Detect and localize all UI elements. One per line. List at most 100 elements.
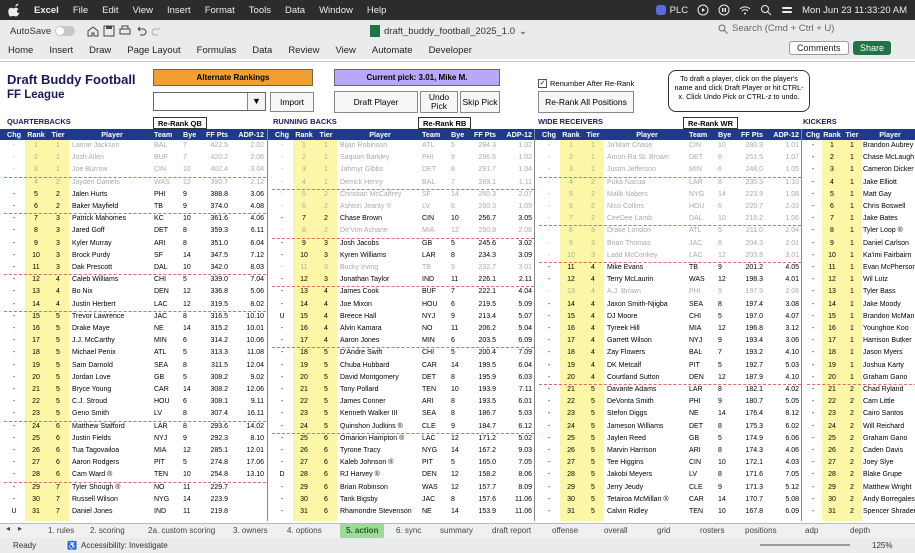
accessibility-status[interactable]: Accessibility: Investigate: [81, 538, 168, 553]
ribbon-tab-developer[interactable]: Developer: [429, 45, 472, 56]
k-cell-player[interactable]: Jake Moody: [863, 299, 915, 311]
undo-pick-button[interactable]: Undo Pick: [420, 91, 458, 113]
table-row[interactable]: - 18 1 Jason Myers: [0, 347, 915, 359]
rerank-qb-button[interactable]: Re-Rank QB: [153, 117, 207, 129]
share-button[interactable]: Share: [853, 41, 892, 55]
table-row[interactable]: - 30 2 Andy Borregales: [0, 494, 915, 506]
zoom-slider[interactable]: [760, 544, 850, 546]
rerank-wr-button[interactable]: Re-Rank WR: [683, 117, 739, 129]
table-row[interactable]: - 24 2 Will Reichard: [0, 421, 915, 433]
sheet-tab-0[interactable]: 1. rules: [48, 524, 74, 539]
k-cell-player[interactable]: Chase McLaugh: [863, 152, 915, 164]
k-cell-player[interactable]: Joey Slye: [863, 457, 915, 469]
ribbon-tab-page-layout[interactable]: Page Layout: [127, 45, 180, 56]
k-cell-player[interactable]: Jake Bates: [863, 213, 915, 225]
menu-tools[interactable]: Tools: [249, 5, 271, 16]
zoom-level[interactable]: 125%: [872, 538, 892, 553]
table-row[interactable]: - 23 2 Cairo Santos: [0, 408, 915, 420]
table-row[interactable]: - 21 2 Chad Ryland: [0, 384, 915, 396]
table-row[interactable]: - 1 1 Brandon Aubrey: [0, 140, 915, 152]
k-cell-player[interactable]: Younghoe Koo: [863, 323, 915, 335]
table-row[interactable]: - 19 1 Joshua Karty: [0, 360, 915, 372]
k-cell-player[interactable]: Jake Elliott: [863, 177, 915, 189]
sheet-tab-3[interactable]: 3. owners: [233, 524, 268, 539]
ribbon-tab-data[interactable]: Data: [252, 45, 272, 56]
table-row[interactable]: - 28 2 Blake Grupe: [0, 469, 915, 481]
menu-format[interactable]: Format: [205, 5, 235, 16]
menu-data[interactable]: Data: [285, 5, 305, 16]
menu-view[interactable]: View: [133, 5, 153, 16]
k-cell-player[interactable]: Andy Borregales: [863, 494, 915, 506]
clock[interactable]: Mon Jun 23 11:33:20 AM: [802, 5, 907, 16]
k-cell-player[interactable]: Will Reichard: [863, 421, 915, 433]
comments-button[interactable]: Comments: [789, 41, 849, 55]
table-row[interactable]: - 12 1 Wil Lutz: [0, 274, 915, 286]
menu-help[interactable]: Help: [367, 5, 387, 16]
menu-window[interactable]: Window: [319, 5, 353, 16]
ribbon-tab-view[interactable]: View: [335, 45, 355, 56]
k-cell-player[interactable]: Joshua Karty: [863, 360, 915, 372]
k-cell-player[interactable]: Cairo Santos: [863, 408, 915, 420]
autosave-toggle[interactable]: [55, 26, 76, 36]
pause-icon[interactable]: [718, 4, 730, 16]
file-name[interactable]: draft_buddy_football_2025_1.0 ⌄: [370, 25, 527, 37]
sheet-tab-6[interactable]: 6. sync: [396, 524, 421, 539]
sheet-tab-5[interactable]: 5. action: [340, 524, 385, 539]
table-row[interactable]: - 4 1 Jake Elliott: [0, 177, 915, 189]
table-row[interactable]: - 25 2 Graham Gano: [0, 433, 915, 445]
redo-icon[interactable]: [151, 25, 163, 37]
k-cell-player[interactable]: Jason Myers: [863, 347, 915, 359]
sheet-tab-9[interactable]: offense: [552, 524, 578, 539]
menu-app[interactable]: Excel: [34, 5, 59, 16]
player-grid[interactable]: -1 1 Lamar Jackson BAL 7 422.5 2.02-2 1 Josh All…: [0, 140, 915, 521]
undo-icon[interactable]: [135, 25, 147, 37]
control-center-icon[interactable]: [781, 4, 793, 16]
rerank-all-button[interactable]: Re-Rank All Positions: [538, 91, 634, 113]
table-row[interactable]: - 31 2 Spencer Shrader: [0, 506, 915, 518]
k-cell-player[interactable]: Evan McPherson: [863, 262, 915, 274]
table-row[interactable]: - 3 1 Cameron Dicker: [0, 164, 915, 176]
table-row[interactable]: - 27 2 Joey Slye: [0, 457, 915, 469]
draft-player-button[interactable]: Draft Player: [334, 91, 418, 113]
save-icon[interactable]: [103, 25, 115, 37]
user-status[interactable]: PLC: [655, 4, 688, 16]
k-cell-player[interactable]: Cam Little: [863, 396, 915, 408]
ribbon-tab-automate[interactable]: Automate: [372, 45, 413, 56]
k-cell-player[interactable]: Chad Ryland: [863, 384, 915, 396]
table-row[interactable]: - 13 1 Tyler Bass: [0, 286, 915, 298]
k-cell-player[interactable]: Daniel Carlson: [863, 238, 915, 250]
k-cell-player[interactable]: Brandon McMan: [863, 311, 915, 323]
wifi-icon[interactable]: [739, 4, 751, 16]
k-cell-player[interactable]: Spencer Shrader: [863, 506, 915, 518]
table-row[interactable]: - 7 1 Jake Bates: [0, 213, 915, 225]
ribbon-tab-formulas[interactable]: Formulas: [197, 45, 237, 56]
tab-prev-icon[interactable]: ◂: [6, 524, 10, 533]
k-cell-player[interactable]: Cameron Dicker: [863, 164, 915, 176]
k-cell-player[interactable]: Matthew Wright: [863, 482, 915, 494]
table-row[interactable]: - 15 1 Brandon McMan: [0, 311, 915, 323]
sheet-tab-7[interactable]: summary: [440, 524, 473, 539]
k-cell-player[interactable]: Wil Lutz: [863, 274, 915, 286]
ribbon-tab-draw[interactable]: Draw: [89, 45, 111, 56]
sheet-tab-14[interactable]: adp: [805, 524, 818, 539]
sheet-tab-2[interactable]: 2a. custom scoring: [148, 524, 215, 539]
table-row[interactable]: - 6 1 Chris Boswell: [0, 201, 915, 213]
ribbon-tab-insert[interactable]: Insert: [49, 45, 73, 56]
table-row[interactable]: - 20 1 Graham Gano: [0, 372, 915, 384]
ribbon-tab-review[interactable]: Review: [288, 45, 319, 56]
menu-edit[interactable]: Edit: [102, 5, 118, 16]
k-cell-player[interactable]: Tyler Bass: [863, 286, 915, 298]
import-button[interactable]: Import: [270, 92, 314, 112]
checkmark-icon[interactable]: ✓: [538, 79, 547, 88]
search-icon[interactable]: [760, 4, 772, 16]
menu-file[interactable]: File: [73, 5, 88, 16]
table-row[interactable]: -22 2 Cam Little: [0, 396, 915, 408]
table-row[interactable]: - 29 2 Matthew Wright: [0, 482, 915, 494]
table-row[interactable]: - 14 1 Jake Moody: [0, 299, 915, 311]
sheet-tab-1[interactable]: 2. scoring: [90, 524, 125, 539]
table-row[interactable]: - 8 1 Tyler Loop ®: [0, 225, 915, 237]
sheet-tab-15[interactable]: depth: [850, 524, 870, 539]
worksheet[interactable]: Draft Buddy Football FF League Alternate…: [0, 61, 915, 521]
sheet-tab-11[interactable]: grid: [657, 524, 670, 539]
k-cell-player[interactable]: Harrison Butker: [863, 335, 915, 347]
